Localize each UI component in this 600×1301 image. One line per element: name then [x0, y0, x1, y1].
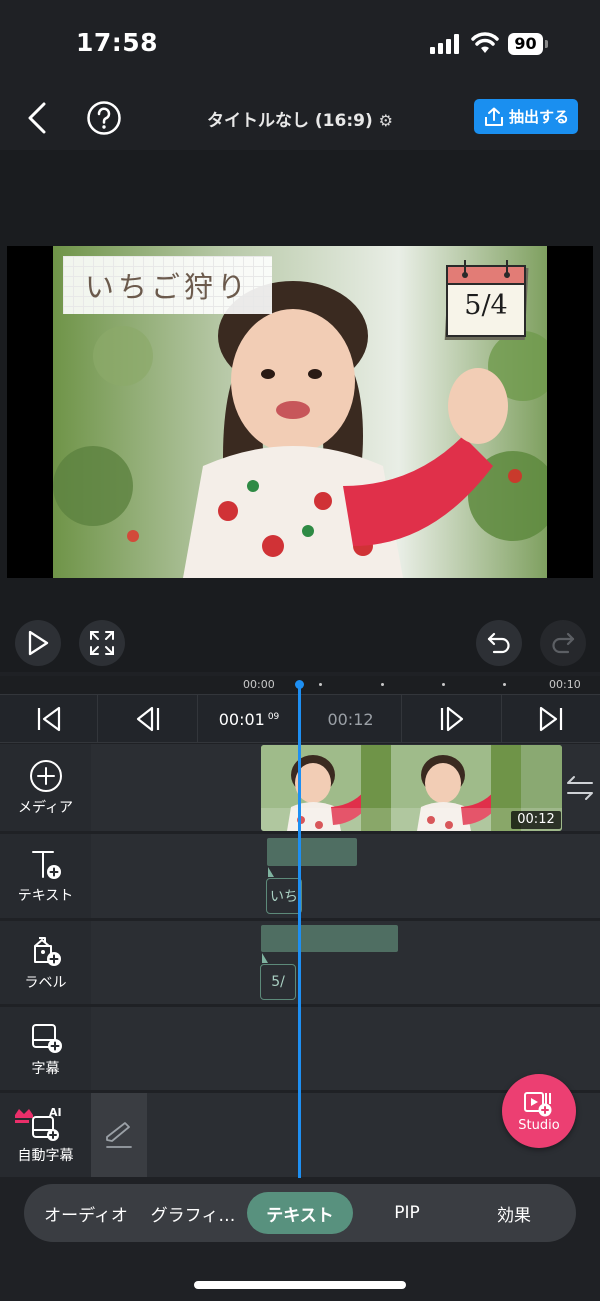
total-time-display: 00:12 — [300, 695, 402, 743]
skip-to-end-icon — [539, 706, 563, 732]
step-back-icon — [136, 706, 159, 732]
add-text-icon — [31, 851, 61, 879]
track-label-auto-caption[interactable]: AI 自動字幕 — [0, 1093, 91, 1177]
skip-to-start-icon — [37, 706, 60, 732]
label-clip[interactable] — [261, 925, 398, 952]
gear-icon[interactable]: ⚙ — [379, 111, 393, 130]
project-title[interactable]: タイトルなし (16:9) ⚙ — [170, 106, 430, 131]
battery-indicator: 90 — [508, 33, 548, 55]
next-frame-button[interactable] — [402, 695, 502, 743]
track-label-caption[interactable]: 字幕 — [0, 1007, 91, 1090]
auto-caption-icon: AI — [14, 1106, 61, 1141]
track-label-label[interactable]: ラベル — [0, 921, 91, 1004]
calendar-label-overlay[interactable]: 5/4 — [443, 258, 535, 342]
bottom-tab-bar: オーディオ グラフィ… テキスト PIP 効果 — [24, 1184, 576, 1242]
swap-icon[interactable] — [564, 772, 596, 804]
track-label-caption-text: 字幕 — [31, 1060, 60, 1077]
undo-button[interactable] — [476, 620, 522, 666]
jump-end-button[interactable] — [502, 695, 600, 743]
export-button[interactable]: 抽出する — [474, 99, 578, 134]
fullscreen-button[interactable] — [79, 620, 125, 666]
current-frame: 09 — [267, 711, 280, 722]
label-clip-tag[interactable]: 5/ — [260, 964, 296, 1000]
play-icon — [28, 630, 49, 656]
tab-audio[interactable]: オーディオ — [36, 1192, 136, 1234]
ruler-tick — [442, 683, 445, 686]
track-label-text-text: テキスト — [17, 888, 74, 904]
track-label-label-text: ラベル — [24, 974, 67, 991]
title-text-overlay[interactable]: いちご狩り — [63, 256, 272, 314]
redo-icon — [552, 632, 575, 654]
current-time-display: 00:01 09 — [198, 695, 300, 743]
tab-effects[interactable]: 効果 — [472, 1192, 556, 1234]
playhead-knob[interactable] — [295, 680, 304, 689]
ruler-tick — [503, 683, 506, 686]
ruler-end-label: 00:10 — [549, 678, 581, 691]
signal-icon — [430, 34, 459, 54]
help-button[interactable] — [86, 100, 122, 136]
upload-icon — [484, 107, 503, 126]
track-label-auto-caption-text: 自動字幕 — [17, 1148, 74, 1164]
studio-icon — [524, 1091, 552, 1116]
auto-caption-edit-button[interactable] — [91, 1093, 147, 1177]
step-forward-icon — [440, 706, 463, 732]
home-indicator — [194, 1281, 406, 1289]
track-label-media[interactable]: メディア — [0, 744, 91, 831]
track-label-text[interactable]: テキスト — [0, 834, 91, 918]
wifi-icon — [471, 32, 499, 53]
playhead[interactable] — [298, 682, 301, 1178]
text-clip-marker — [268, 867, 274, 877]
ruler-tick — [381, 683, 384, 686]
fullscreen-icon — [90, 631, 114, 655]
tab-text[interactable]: テキスト — [247, 1192, 353, 1234]
add-media-icon — [29, 759, 62, 792]
total-time: 00:12 — [327, 709, 374, 729]
export-label: 抽出する — [508, 108, 569, 126]
add-caption-icon — [31, 1023, 62, 1053]
pencil-icon — [106, 1122, 132, 1148]
battery-level: 90 — [508, 33, 543, 55]
tab-pip[interactable]: PIP — [367, 1192, 447, 1234]
ruler-tick — [319, 683, 322, 686]
text-clip-tag[interactable]: いち — [266, 878, 302, 914]
track-label-media-text: メディア — [17, 799, 74, 816]
add-label-icon — [33, 936, 61, 966]
play-button[interactable] — [15, 620, 61, 666]
jump-start-button[interactable] — [0, 695, 98, 743]
studio-label: Studio — [518, 1117, 560, 1133]
media-clip-duration: 00:12 — [511, 811, 561, 829]
studio-button[interactable]: Studio — [502, 1074, 576, 1148]
status-time: 17:58 — [76, 28, 159, 57]
tab-graphics[interactable]: グラフィ… — [142, 1192, 244, 1234]
ruler-start-label: 00:00 — [243, 678, 275, 691]
project-title-text: タイトルなし (16:9) — [206, 111, 373, 131]
undo-icon — [487, 632, 510, 654]
current-time: 00:01 — [218, 709, 265, 729]
calendar-date: 5/4 — [464, 290, 508, 321]
text-clip[interactable] — [267, 838, 357, 866]
previous-frame-button[interactable] — [98, 695, 198, 743]
back-button[interactable] — [22, 100, 56, 136]
redo-button[interactable] — [540, 620, 586, 666]
label-clip-marker — [262, 953, 268, 963]
